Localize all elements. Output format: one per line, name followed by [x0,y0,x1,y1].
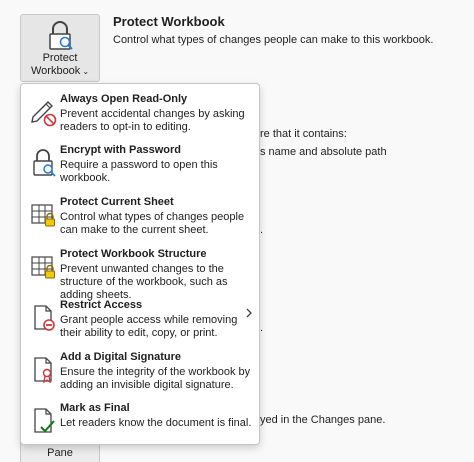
menu-item-description: Control what types of changes people can… [60,211,245,236]
lock-search-icon [49,21,73,50]
menu-item-protect-current-sheet[interactable]: Protect Current Sheet Control what types… [21,191,259,241]
menu-item-title: Add a Digital Signature [60,351,182,363]
menu-item-description: Ensure the integrity of the workbook by … [60,366,251,391]
pencil-no-icon [31,101,57,127]
background-text-1: re that it contains: [260,128,347,140]
chevron-right-icon[interactable] [245,308,253,318]
menu-item-description: Grant people access while removing their… [60,314,238,339]
protect-workbook-menu: Always Open Read-Only Prevent accidental… [20,83,260,445]
background-text-5: yed in the Changes pane. [260,414,386,426]
menu-item-add-digital-signature[interactable]: Add a Digital Signature Ensure the integ… [21,346,259,396]
menu-item-mark-as-final[interactable]: Mark as Final Let readers know the docum… [21,397,259,447]
background-text-3: . [260,224,264,236]
menu-item-title: Encrypt with Password [60,144,182,156]
menu-item-protect-workbook-structure[interactable]: Protect Workbook Structure Prevent unwan… [21,243,259,301]
protect-workbook-button[interactable]: Protect Workbook ⌄ [20,14,100,82]
menu-item-title: Protect Workbook Structure [60,248,207,260]
protect-button-label-1: Protect [42,52,78,64]
background-text-2: s name and absolute path [260,146,387,158]
workbook-lock-icon [31,256,55,279]
panel-description: Control what types of changes people can… [113,34,434,46]
protect-button-label-2: Workbook [30,65,81,77]
menu-item-title: Always Open Read-Only [60,93,188,105]
document-restrict-icon [34,305,55,331]
panel-title: Protect Workbook [113,14,225,29]
menu-item-title: Mark as Final [60,402,130,414]
menu-item-title: Protect Current Sheet [60,196,174,208]
background-text-4: . [260,322,264,334]
menu-item-restrict-access[interactable]: Restrict Access Grant people access whil… [21,294,259,344]
chevron-down-icon: ⌄ [82,67,90,76]
document-check-icon [34,408,55,433]
menu-item-description: Require a password to open this workbook… [60,159,218,184]
menu-item-description: Let readers know the document is final. [60,417,252,429]
menu-item-description: Prevent accidental changes by asking rea… [60,108,245,133]
document-ribbon-icon [34,357,52,384]
menu-item-always-open-read-only[interactable]: Always Open Read-Only Prevent accidental… [21,88,259,138]
sheet-lock-icon [31,204,55,227]
menu-item-title: Restrict Access [60,299,143,311]
lock-search-icon [33,149,56,177]
menu-item-encrypt-with-password[interactable]: Encrypt with Password Require a password… [21,139,259,189]
